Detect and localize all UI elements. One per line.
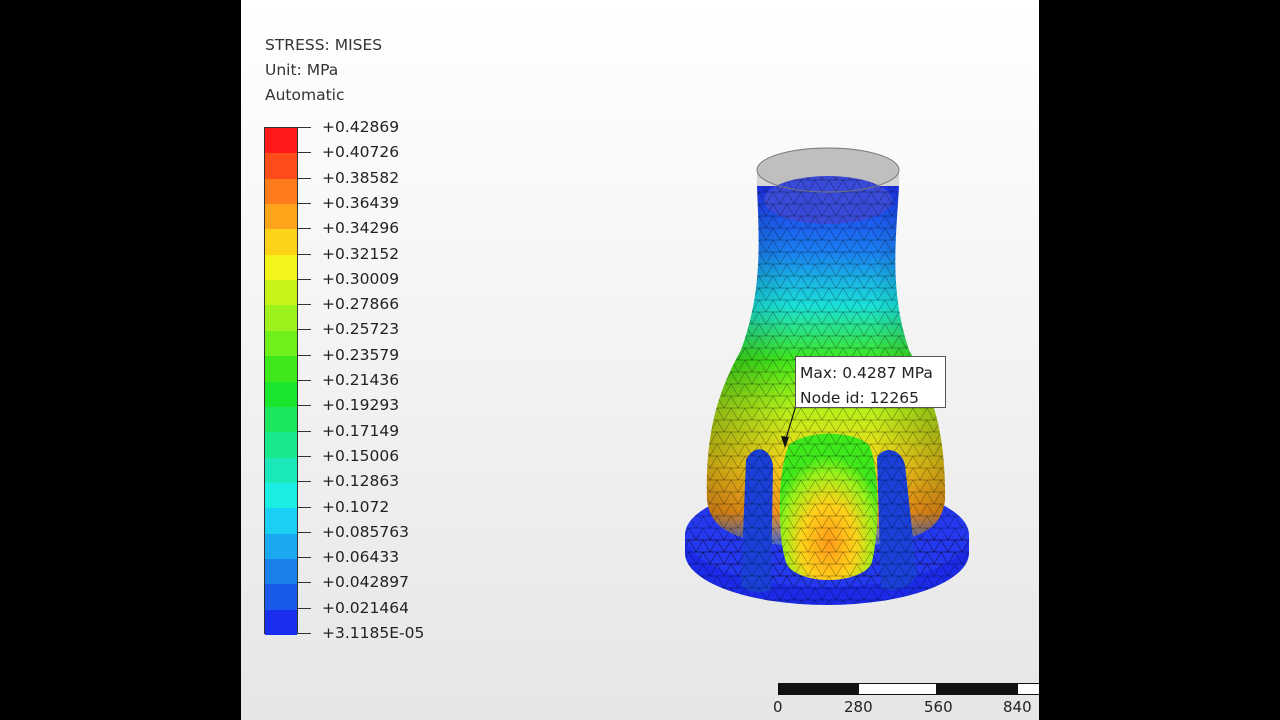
- scale-label: 840: [1003, 698, 1032, 716]
- top-rim: [756, 147, 900, 224]
- scale-bar-segment: [937, 683, 1017, 695]
- scale-label: 560: [924, 698, 953, 716]
- callout-node: Node id: 12265: [800, 389, 919, 407]
- callout-max: Max: 0.4287 MPa: [800, 364, 933, 382]
- 3d-viewport[interactable]: STRESS: MISES Unit: MPa Automatic +0.428…: [241, 0, 1039, 720]
- central-bulb: [779, 433, 878, 580]
- scale-label: 280: [844, 698, 873, 716]
- scale-bar-segment: [778, 683, 858, 695]
- scale-bar: [778, 683, 1039, 695]
- scale-bar-segment: [1017, 683, 1039, 695]
- scale-label: 0: [773, 698, 783, 716]
- scale-bar-segment: [858, 683, 937, 695]
- max-value-callout: Max: 0.4287 MPa Node id: 12265: [795, 356, 946, 408]
